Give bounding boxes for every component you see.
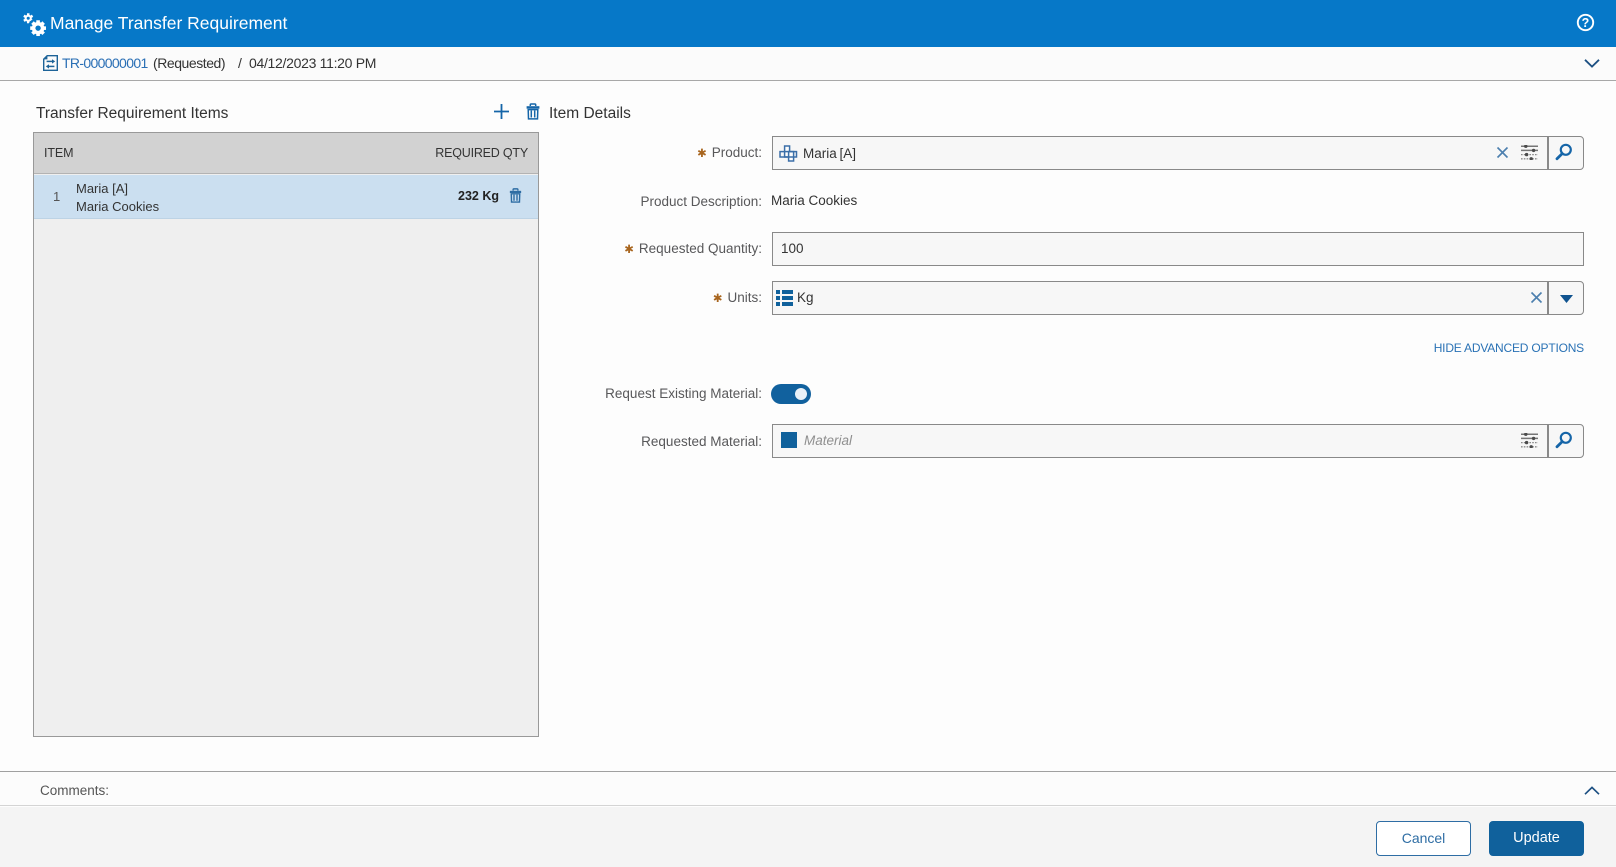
svg-text:?: ? <box>1582 16 1590 30</box>
